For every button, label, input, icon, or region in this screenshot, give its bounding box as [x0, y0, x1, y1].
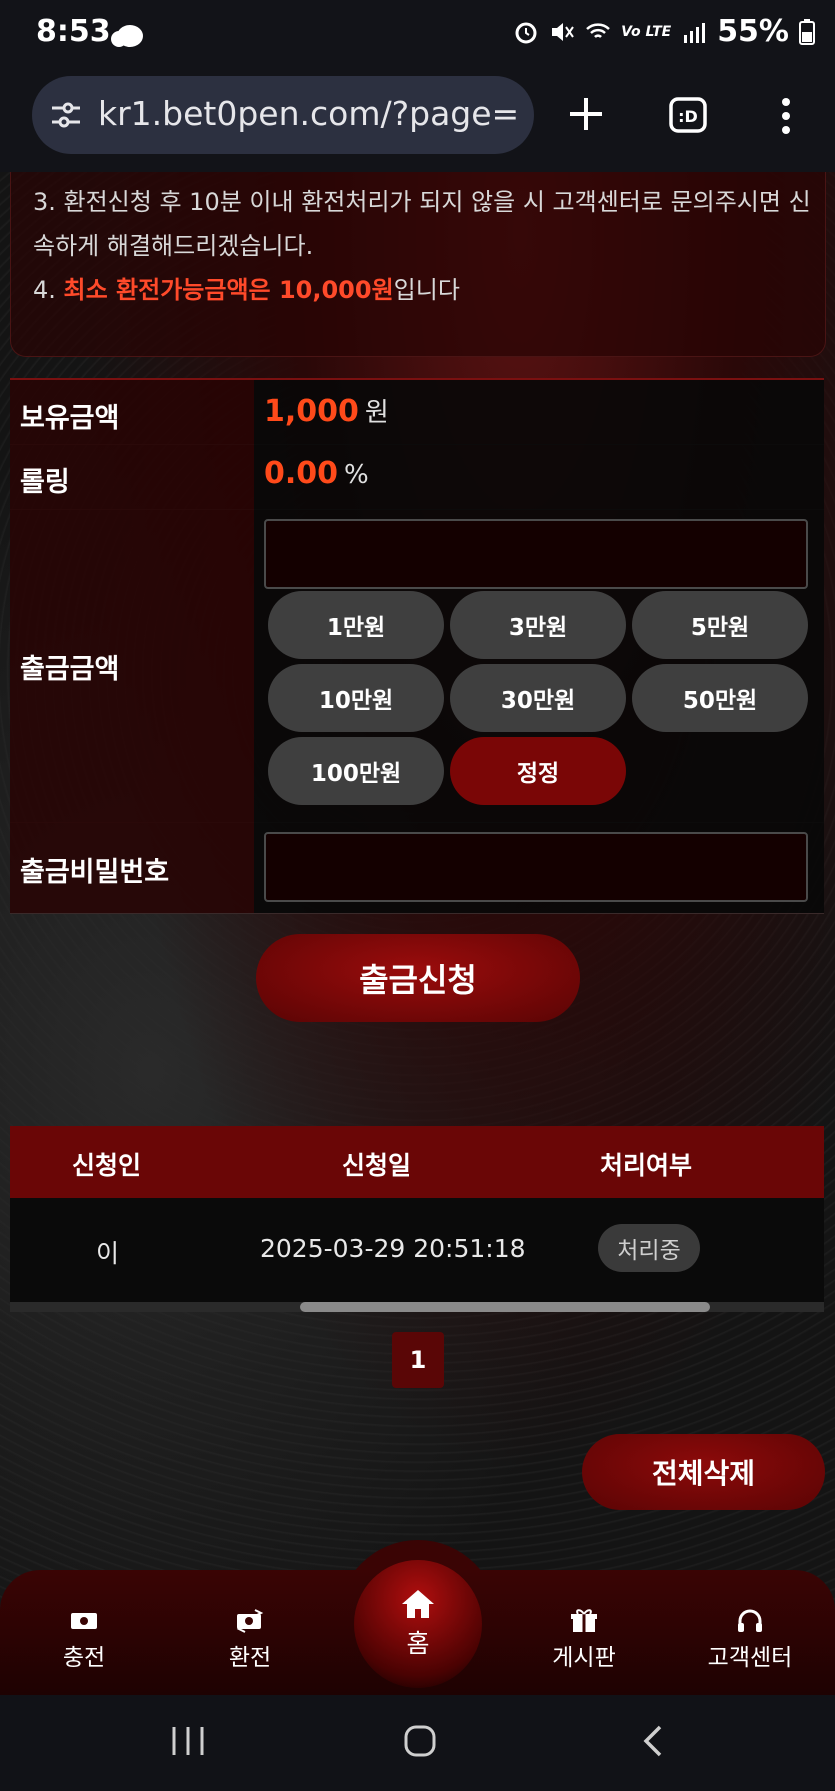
- home-icon: [402, 1590, 434, 1618]
- withdraw-form: 보유금액 1,000 원 롤링 0.00% 출금금액 1만원 3만원 5만원 10…: [10, 378, 824, 915]
- history-table-header: 신청인 신청일 처리여부: [10, 1126, 824, 1198]
- notice-line-4: 4. 최소 환전가능금액은 10,000원입니다: [33, 268, 460, 312]
- rolling-label: 롤링: [20, 467, 70, 498]
- balance-label: 보유금액: [20, 403, 120, 434]
- delete-all-button[interactable]: 전체삭제: [582, 1434, 825, 1510]
- nav-home-label: 홈: [406, 1629, 430, 1658]
- amount-300k-button[interactable]: 30만원: [450, 664, 626, 732]
- amount-reset-button[interactable]: 정정: [450, 737, 626, 805]
- rolling-value: 0.00: [264, 456, 339, 491]
- status-time: 8:53: [36, 14, 111, 49]
- amount-label: 출금금액: [20, 654, 120, 685]
- site-settings-icon[interactable]: [50, 100, 82, 130]
- pagination-page-1[interactable]: 1: [392, 1332, 444, 1388]
- scrollbar-thumb[interactable]: [300, 1302, 710, 1312]
- amount-row: 출금금액 1만원 3만원 5만원 10만원 30만원 50만원 100만원 정정: [10, 509, 824, 823]
- nav-support[interactable]: 고객센터: [690, 1608, 810, 1672]
- system-nav-bar: [0, 1695, 835, 1791]
- notice-highlight: 최소 환전가능금액은 10,000원: [63, 276, 394, 304]
- svg-text::D: :D: [678, 107, 698, 126]
- back-icon[interactable]: [640, 1723, 664, 1759]
- balance-unit: 원: [364, 398, 389, 428]
- nav-board[interactable]: 게시판: [524, 1608, 644, 1672]
- signal-icon: [684, 22, 706, 43]
- notice-line-3: 3. 환전신청 후 10분 이내 환전처리가 되지 않을 시 고객센터로 문의주…: [33, 188, 811, 216]
- amount-input[interactable]: [264, 519, 808, 589]
- nav-deposit-label: 충전: [62, 1645, 106, 1671]
- password-input[interactable]: [264, 832, 808, 902]
- cash-icon: [71, 1613, 97, 1629]
- rolling-row: 롤링 0.00%: [10, 444, 824, 510]
- home-system-icon[interactable]: [402, 1723, 438, 1759]
- url-text[interactable]: kr1.bet0pen.com/?page=su: [98, 94, 518, 133]
- amount-10k-button[interactable]: 1만원: [268, 591, 444, 659]
- amount-100k-button[interactable]: 10만원: [268, 664, 444, 732]
- more-menu-icon[interactable]: [778, 96, 794, 136]
- battery-percent: 55%: [717, 14, 789, 49]
- gift-icon: [571, 1609, 597, 1632]
- notice-box: 3. 환전신청 후 10분 이내 환전처리가 되지 않을 시 고객센터로 문의주…: [10, 172, 826, 357]
- exchange-icon: [236, 1609, 264, 1633]
- battery-icon: [799, 18, 815, 45]
- notice-line-4-suffix: 입니다: [393, 276, 460, 304]
- amount-500k-button[interactable]: 50만원: [632, 664, 808, 732]
- amount-50k-button[interactable]: 5만원: [632, 591, 808, 659]
- alarm-icon: [515, 22, 537, 43]
- rolling-unit: %: [344, 460, 369, 490]
- status-bar: 8:53 Vo LTE 55%: [0, 0, 835, 72]
- nav-withdraw-label: 환전: [228, 1645, 272, 1671]
- recent-apps-icon[interactable]: [168, 1723, 208, 1759]
- amount-1m-button[interactable]: 100만원: [268, 737, 444, 805]
- status-badge: 처리중: [598, 1224, 700, 1272]
- tabs-icon[interactable]: :D: [668, 96, 708, 134]
- new-tab-icon[interactable]: [566, 94, 606, 134]
- mute-icon: [552, 22, 574, 41]
- notice-line-4-prefix: 4.: [33, 276, 64, 304]
- wifi-icon: [586, 22, 611, 38]
- amount-30k-button[interactable]: 3만원: [450, 591, 626, 659]
- nav-support-label: 고객센터: [707, 1645, 793, 1671]
- column-date: 신청일: [342, 1151, 412, 1180]
- status-icons: Vo LTE 55%: [513, 14, 815, 49]
- lte-indicator: Vo LTE: [621, 23, 672, 40]
- cloud-icon: [111, 25, 143, 47]
- nav-deposit[interactable]: 충전: [24, 1608, 144, 1672]
- withdraw-submit-button[interactable]: 출금신청: [256, 934, 580, 1022]
- balance-value: 1,000: [264, 394, 359, 429]
- column-applicant: 신청인: [72, 1151, 142, 1180]
- notice-line-3-cont: 속하게 해결해드리겠습니다.: [33, 232, 314, 260]
- nav-board-label: 게시판: [552, 1645, 616, 1671]
- nav-withdraw[interactable]: 환전: [190, 1608, 310, 1672]
- balance-row: 보유금액 1,000 원: [10, 380, 824, 445]
- password-row: 출금비밀번호: [10, 822, 824, 914]
- table-row: 이 2025-03-29 20:51:18: [10, 1198, 824, 1302]
- password-label: 출금비밀번호: [20, 857, 170, 888]
- column-status: 처리여부: [600, 1151, 693, 1180]
- headset-icon: [738, 1609, 762, 1632]
- row-applicant: 이: [96, 1239, 120, 1268]
- row-date: 2025-03-29 20:51:18: [260, 1234, 526, 1263]
